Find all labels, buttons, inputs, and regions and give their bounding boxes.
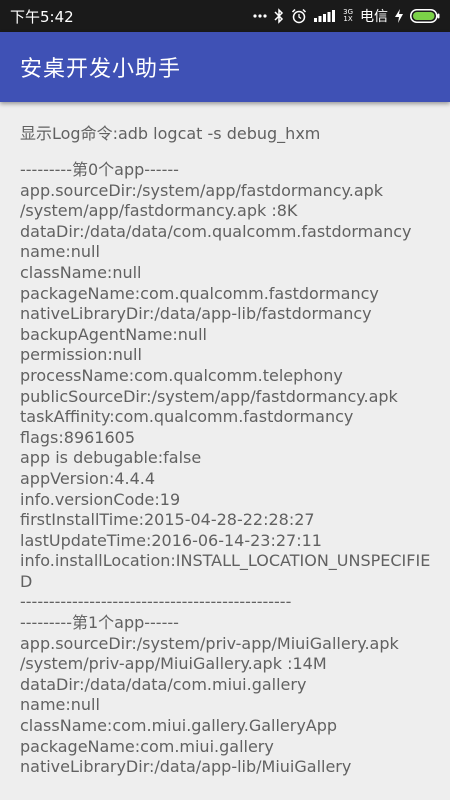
log-line: info.versionCode:19 <box>20 489 181 509</box>
app-title: 安桌开发小助手 <box>20 57 182 82</box>
log-line: info.installLocation:INSTALL_LOCATION_UN… <box>20 551 431 591</box>
log-line: app.sourceDir:/system/app/fastdormancy.a… <box>20 180 384 200</box>
log-line: lastUpdateTime:2016-06-14-23:27:11 <box>20 530 322 550</box>
log-line: dataDir:/data/data/com.qualcomm.fastdorm… <box>20 221 412 241</box>
status-bar: 下午5:42 3G 1X 电信 <box>0 0 450 32</box>
log-line: name:null <box>20 242 100 262</box>
status-icons: 3G 1X 电信 <box>253 6 440 26</box>
dots-icon <box>253 14 267 18</box>
log-line: packageName:com.miui.gallery <box>20 736 274 756</box>
signal-icon <box>314 10 336 22</box>
log-line: permission:null <box>20 345 142 365</box>
network-type: 3G 1X <box>343 9 353 23</box>
charging-icon <box>395 9 403 23</box>
log-line: app.sourceDir:/system/priv-app/MiuiGalle… <box>20 633 399 653</box>
log-line: publicSourceDir:/system/app/fastdormancy… <box>20 386 398 406</box>
network-type-bottom: 1X <box>343 15 353 23</box>
log-line: /system/app/fastdormancy.apk :8K <box>20 201 298 221</box>
alarm-icon <box>291 8 307 24</box>
log-line: appVersion:4.4.4 <box>20 468 156 488</box>
log-line: className:com.miui.gallery.GalleryApp <box>20 716 338 736</box>
log-line: ---------第0个app------ <box>20 160 179 179</box>
log-command-text: 显示Log命令:adb logcat -s debug_hxm <box>20 124 321 143</box>
log-line: dataDir:/data/data/com.miui.gallery <box>20 674 307 694</box>
log-line: taskAffinity:com.qualcomm.fastdormancy <box>20 407 354 427</box>
battery-icon <box>410 9 440 23</box>
app-info-list: ---------第0个app------ app.sourceDir:/sys… <box>20 160 440 778</box>
log-line: packageName:com.qualcomm.fastdormancy <box>20 283 379 303</box>
log-line: nativeLibraryDir:/data/app-lib/fastdorma… <box>20 304 372 324</box>
carrier-label: 电信 <box>360 9 388 25</box>
log-line: firstInstallTime:2015-04-28-22:28:27 <box>20 510 315 530</box>
log-line: className:null <box>20 262 142 282</box>
log-line: ---------第1个app------ <box>20 613 179 633</box>
log-line: name:null <box>20 695 100 715</box>
log-line: backupAgentName:null <box>20 324 207 344</box>
log-line: processName:com.qualcomm.telephony <box>20 365 343 385</box>
app-bar: 安桌开发小助手 <box>0 32 450 102</box>
log-line: /system/priv-app/MiuiGallery.apk :14M <box>20 654 327 674</box>
log-content: 显示Log命令:adb logcat -s debug_hxm --------… <box>20 102 440 800</box>
log-line: nativeLibraryDir:/data/app-lib/MiuiGalle… <box>20 757 352 777</box>
log-line: app is debugable:false <box>20 448 202 468</box>
bluetooth-icon <box>274 8 284 24</box>
log-line: flags:8961605 <box>20 427 136 447</box>
log-separator: ----------------------------------------… <box>20 592 292 612</box>
status-time: 下午5:42 <box>10 7 74 26</box>
